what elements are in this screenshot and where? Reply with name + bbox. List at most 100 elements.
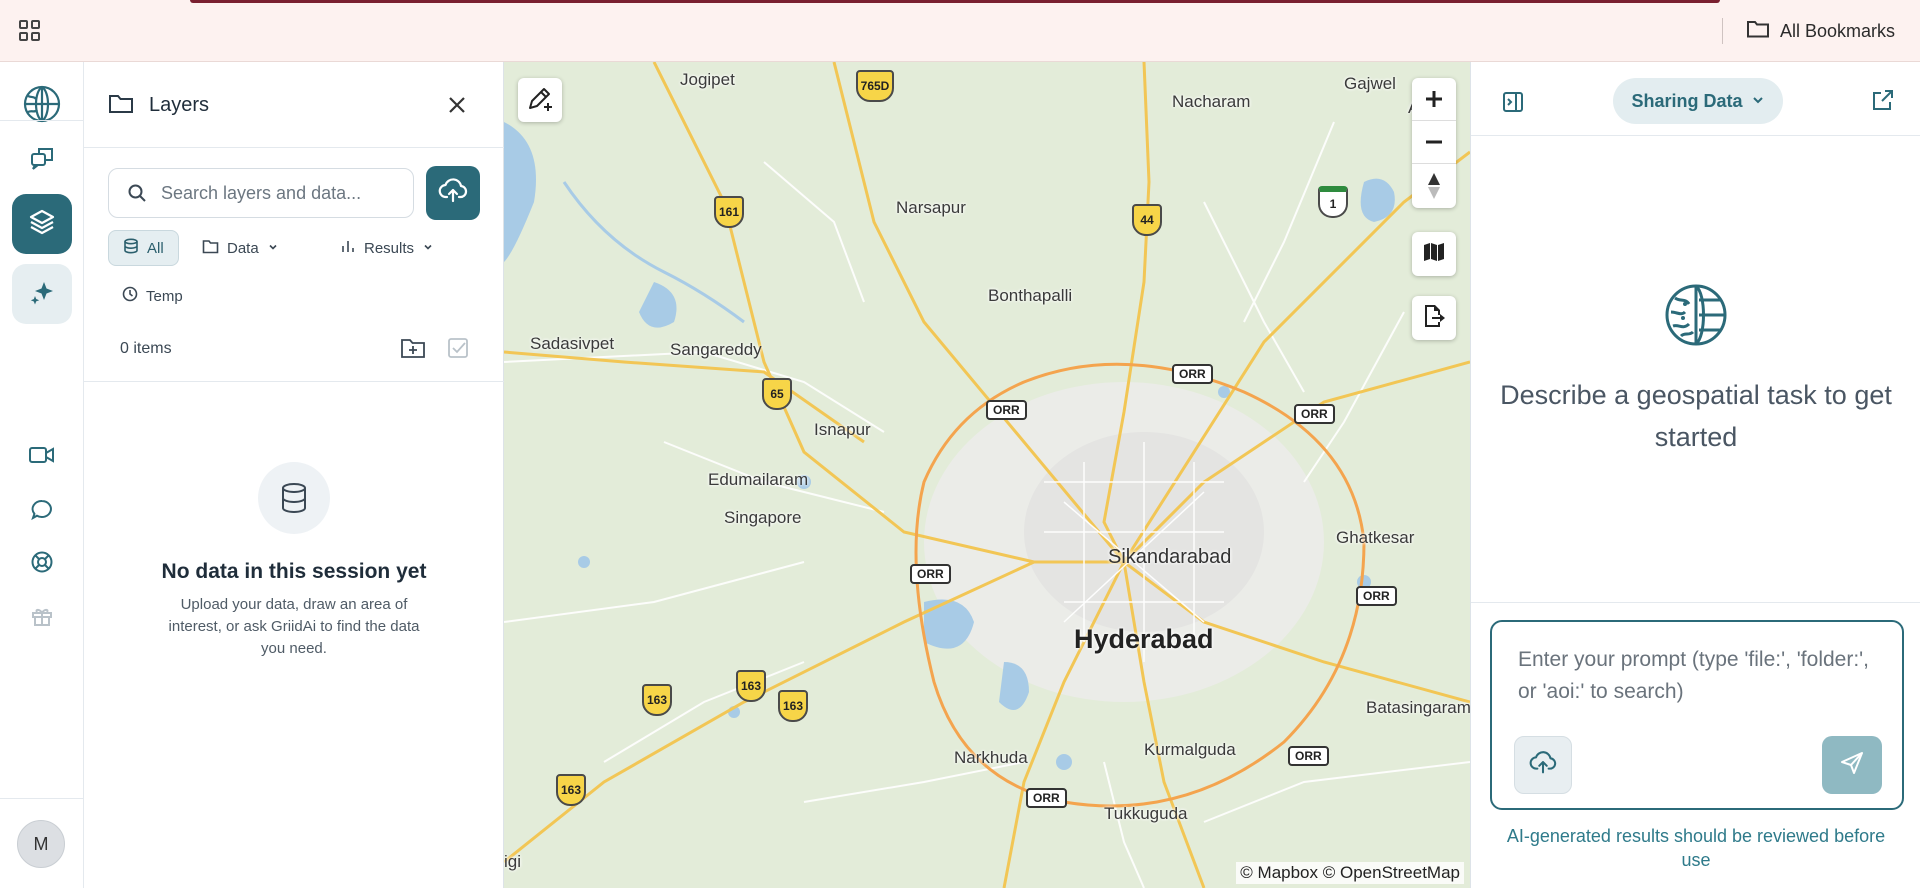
map-label: Narsapur xyxy=(896,198,966,217)
map-canvas[interactable]: Jogipet Nacharam Gajwel Al Narsapur Bont… xyxy=(504,62,1470,888)
bookmarks-bar: All Bookmarks xyxy=(0,0,1920,62)
filter-data[interactable]: Data xyxy=(188,230,293,266)
empty-state: No data in this session yet Upload your … xyxy=(84,462,504,660)
map-label: Isnapur xyxy=(814,420,871,439)
assistant-header: Sharing Data xyxy=(1471,62,1920,136)
highway-shield: 44 xyxy=(1132,204,1162,236)
chevron-down-icon xyxy=(267,240,279,257)
browser-tab-strip xyxy=(190,0,1720,3)
zoom-out-button[interactable] xyxy=(1412,121,1456,164)
map-label: Gajwel xyxy=(1344,74,1396,93)
pencil-plus-icon xyxy=(526,84,554,117)
cloud-upload-icon xyxy=(1529,749,1557,782)
highway-shield: 161 xyxy=(714,196,744,228)
sparkles-icon xyxy=(28,278,56,311)
folder-icon xyxy=(202,239,219,258)
ai-disclaimer: AI-generated results should be reviewed … xyxy=(1506,826,1886,870)
map-label: Batasingaram xyxy=(1366,698,1470,717)
map-label: Bonthapalli xyxy=(988,286,1073,305)
map-attribution[interactable]: © Mapbox © OpenStreetMap xyxy=(1236,862,1464,884)
ring-road-label: ORR xyxy=(1026,788,1067,808)
open-external-icon[interactable] xyxy=(1871,88,1897,114)
layers-nav-button[interactable] xyxy=(12,194,72,254)
database-icon xyxy=(123,238,139,258)
map-label: Kurmalguda xyxy=(1144,740,1236,759)
filter-temp-label: Temp xyxy=(146,287,183,305)
send-button[interactable] xyxy=(1822,736,1882,794)
highway-shield: 163 xyxy=(778,690,808,722)
map-label: Nacharam xyxy=(1172,92,1251,111)
all-bookmarks-button[interactable]: All Bookmarks xyxy=(1746,18,1895,44)
layers-icon xyxy=(28,208,56,241)
all-bookmarks-label: All Bookmarks xyxy=(1780,20,1896,41)
map-label: igi xyxy=(504,852,522,871)
ring-road-label: ORR xyxy=(986,400,1027,420)
database-icon xyxy=(258,462,330,534)
assistant-panel: Sharing Data Describe a geospatial task … xyxy=(1470,62,1920,888)
filter-data-label: Data xyxy=(227,239,259,257)
map-label: Sikandarabad xyxy=(1108,546,1232,568)
attach-upload-button[interactable] xyxy=(1514,736,1572,794)
clock-icon xyxy=(122,286,138,306)
bookmarks-separator xyxy=(1722,18,1723,44)
bar-chart-icon xyxy=(340,238,356,258)
ring-road-label: ORR xyxy=(910,564,951,584)
folder-icon xyxy=(1746,19,1770,44)
comment-icon[interactable] xyxy=(26,494,58,526)
collapse-panel-icon[interactable] xyxy=(1501,90,1525,114)
layers-header: Layers xyxy=(84,62,504,148)
new-folder-icon[interactable] xyxy=(400,336,426,362)
chevron-down-icon xyxy=(1751,91,1765,112)
search-field xyxy=(108,168,414,218)
highway-shield: 163 xyxy=(556,774,586,806)
search-input[interactable] xyxy=(161,182,391,204)
close-icon[interactable] xyxy=(444,92,470,118)
rail-divider-bottom xyxy=(0,798,84,799)
filter-results[interactable]: Results xyxy=(326,230,448,266)
map-label: Sadasivpet xyxy=(530,334,615,353)
icon-rail: M xyxy=(0,62,84,888)
basemap-style-button[interactable] xyxy=(1412,232,1456,276)
zoom-controls xyxy=(1412,78,1456,208)
export-map-button[interactable] xyxy=(1412,296,1456,340)
lifebuoy-icon[interactable] xyxy=(26,546,58,578)
upload-button[interactable] xyxy=(426,166,480,220)
filter-results-label: Results xyxy=(364,239,415,257)
assistant-heading: Describe a geospatial task to get starte… xyxy=(1500,380,1892,452)
video-icon[interactable] xyxy=(26,439,58,471)
filter-all-label: All xyxy=(147,239,164,257)
ring-road-label: ORR xyxy=(1356,586,1397,606)
draw-area-button[interactable] xyxy=(518,78,562,122)
map-label-city: Hyderabad xyxy=(1074,624,1214,654)
brain-globe-logo-icon[interactable] xyxy=(22,84,62,124)
prompt-composer xyxy=(1490,620,1904,810)
chat-history-icon[interactable] xyxy=(26,142,58,174)
select-all-checkbox-icon[interactable] xyxy=(446,336,472,362)
ring-road-label: ORR xyxy=(1172,364,1213,384)
folder-icon xyxy=(108,93,134,120)
ring-road-label: ORR xyxy=(1294,404,1335,424)
map-label: Ghatkesar xyxy=(1336,528,1415,547)
highway-shield: 1 xyxy=(1318,186,1348,218)
layer-filters: All Data Results xyxy=(108,230,480,270)
avatar[interactable]: M xyxy=(17,820,65,868)
compass-button[interactable] xyxy=(1412,164,1456,207)
map-icon xyxy=(1423,242,1445,267)
gift-icon[interactable] xyxy=(26,600,58,632)
prompt-input[interactable] xyxy=(1518,644,1878,714)
search-icon xyxy=(127,183,147,203)
ai-assistant-nav-button[interactable] xyxy=(12,264,72,324)
map-label: Sangareddy xyxy=(670,340,762,359)
grid-icon[interactable] xyxy=(18,19,42,43)
layers-panel: Layers All Data xyxy=(84,62,504,888)
empty-title: No data in this session yet xyxy=(161,560,427,583)
items-count-row: 0 items xyxy=(84,316,504,382)
zoom-in-button[interactable] xyxy=(1412,78,1456,121)
map-label: Singapore xyxy=(724,508,802,527)
empty-description: Upload your data, draw an area of intere… xyxy=(168,596,420,657)
highway-shield: 163 xyxy=(642,684,672,716)
filter-temp[interactable]: Temp xyxy=(108,278,197,314)
sharing-data-label: Sharing Data xyxy=(1631,90,1743,111)
sharing-data-dropdown[interactable]: Sharing Data xyxy=(1613,78,1783,124)
filter-all[interactable]: All xyxy=(108,230,179,266)
